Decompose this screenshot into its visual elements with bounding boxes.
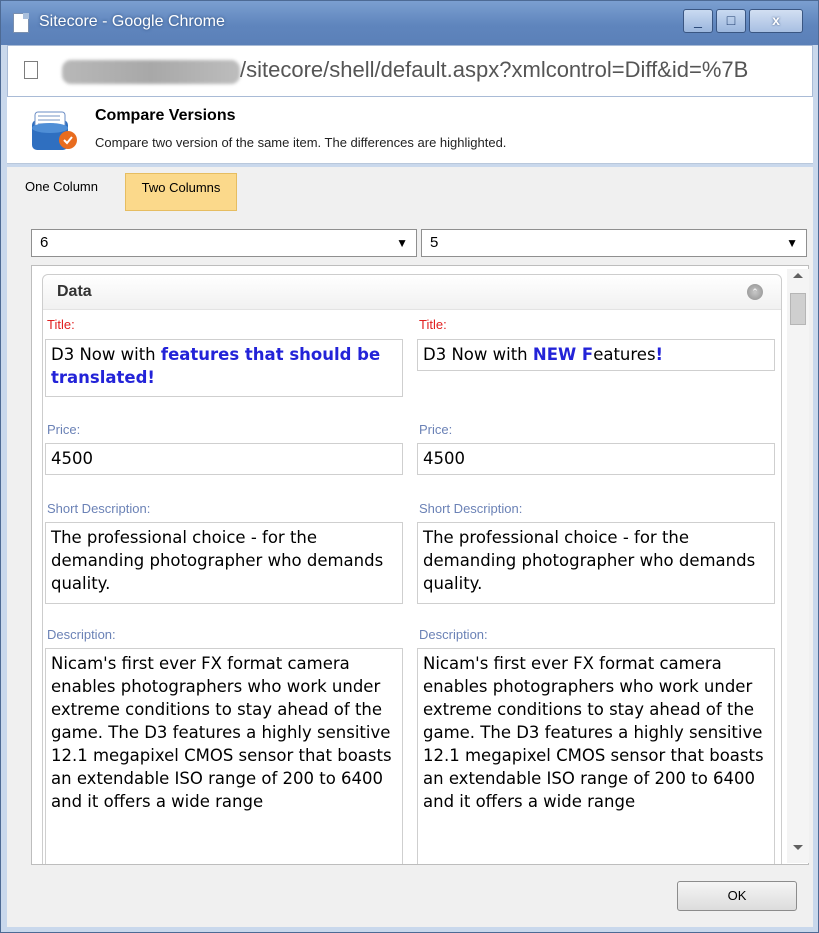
short-description-label-left: Short Description: bbox=[47, 501, 151, 516]
ok-button[interactable]: OK bbox=[677, 881, 797, 911]
scrollbar-thumb[interactable] bbox=[790, 293, 806, 325]
left-version-select[interactable]: 6 ▼ bbox=[31, 229, 417, 257]
tab-one-column[interactable]: One Column bbox=[25, 173, 125, 211]
short-description-label-right: Short Description: bbox=[419, 501, 523, 516]
short-description-value-right: The professional choice - for the demand… bbox=[417, 522, 775, 604]
compare-versions-icon bbox=[32, 111, 77, 150]
tab-two-columns[interactable]: Two Columns bbox=[125, 173, 237, 211]
title-left-plain: D3 Now with bbox=[51, 345, 161, 364]
right-version-value: 5 bbox=[430, 234, 439, 251]
title-right-plain: D3 Now with bbox=[423, 345, 533, 364]
comparison-scroll-area[interactable]: Data ⌃ Title: Title: D3 Now with feature… bbox=[31, 265, 809, 865]
section-header[interactable]: Data ⌃ bbox=[43, 275, 781, 310]
close-button[interactable]: x bbox=[749, 9, 803, 33]
left-version-value: 6 bbox=[40, 234, 49, 251]
title-label-left: Title: bbox=[47, 317, 75, 332]
price-label-right: Price: bbox=[419, 422, 453, 437]
title-label-right: Title: bbox=[419, 317, 447, 332]
scroll-up-arrow-icon[interactable] bbox=[793, 273, 803, 278]
description-value-left: Nicam's first ever FX format camera enab… bbox=[45, 648, 403, 864]
title-right-plain-2: eatures bbox=[593, 345, 656, 364]
title-bar: Sitecore - Google Chrome _ □ x bbox=[1, 1, 818, 45]
dropdown-arrow-icon: ▼ bbox=[786, 236, 798, 250]
browser-window: Sitecore - Google Chrome _ □ x /sitecore… bbox=[0, 0, 819, 933]
description-label-right: Description: bbox=[419, 627, 488, 642]
page-document-icon bbox=[13, 13, 29, 33]
dialog-header: Compare Versions Compare two version of … bbox=[7, 97, 813, 164]
redacted-host bbox=[62, 60, 240, 84]
collapse-up-icon[interactable]: ⌃ bbox=[747, 284, 763, 300]
vertical-scrollbar[interactable] bbox=[787, 269, 809, 863]
price-value-right: 4500 bbox=[417, 443, 775, 475]
price-value-left: 4500 bbox=[45, 443, 403, 475]
dialog-title: Compare Versions bbox=[95, 107, 236, 124]
title-right-diff: NEW F bbox=[532, 345, 594, 364]
data-section: Data ⌃ Title: Title: D3 Now with feature… bbox=[42, 274, 782, 864]
dialog-subtitle: Compare two version of the same item. Th… bbox=[95, 135, 507, 150]
title-value-left: D3 Now with features that should be tran… bbox=[45, 339, 403, 397]
maximize-button[interactable]: □ bbox=[716, 9, 746, 33]
scroll-down-arrow-icon[interactable] bbox=[793, 845, 803, 850]
short-description-value-left: The professional choice - for the demand… bbox=[45, 522, 403, 604]
page-icon bbox=[24, 61, 38, 79]
price-label-left: Price: bbox=[47, 422, 81, 437]
url-text[interactable]: /sitecore/shell/default.aspx?xmlcontrol=… bbox=[240, 57, 812, 83]
dialog-footer: OK bbox=[7, 867, 813, 927]
right-version-select[interactable]: 5 ▼ bbox=[421, 229, 807, 257]
description-label-left: Description: bbox=[47, 627, 116, 642]
address-bar[interactable]: /sitecore/shell/default.aspx?xmlcontrol=… bbox=[7, 45, 813, 97]
dialog-content: One Column Two Columns 6 ▼ 5 ▼ Data ⌃ Ti… bbox=[7, 167, 813, 867]
title-right-diff-2: ! bbox=[655, 345, 664, 364]
minimize-button[interactable]: _ bbox=[683, 9, 713, 33]
window-title: Sitecore - Google Chrome bbox=[39, 13, 225, 30]
section-title: Data bbox=[57, 283, 92, 300]
description-value-right: Nicam's first ever FX format camera enab… bbox=[417, 648, 775, 864]
dropdown-arrow-icon: ▼ bbox=[396, 236, 408, 250]
title-value-right: D3 Now with NEW Features! bbox=[417, 339, 775, 371]
